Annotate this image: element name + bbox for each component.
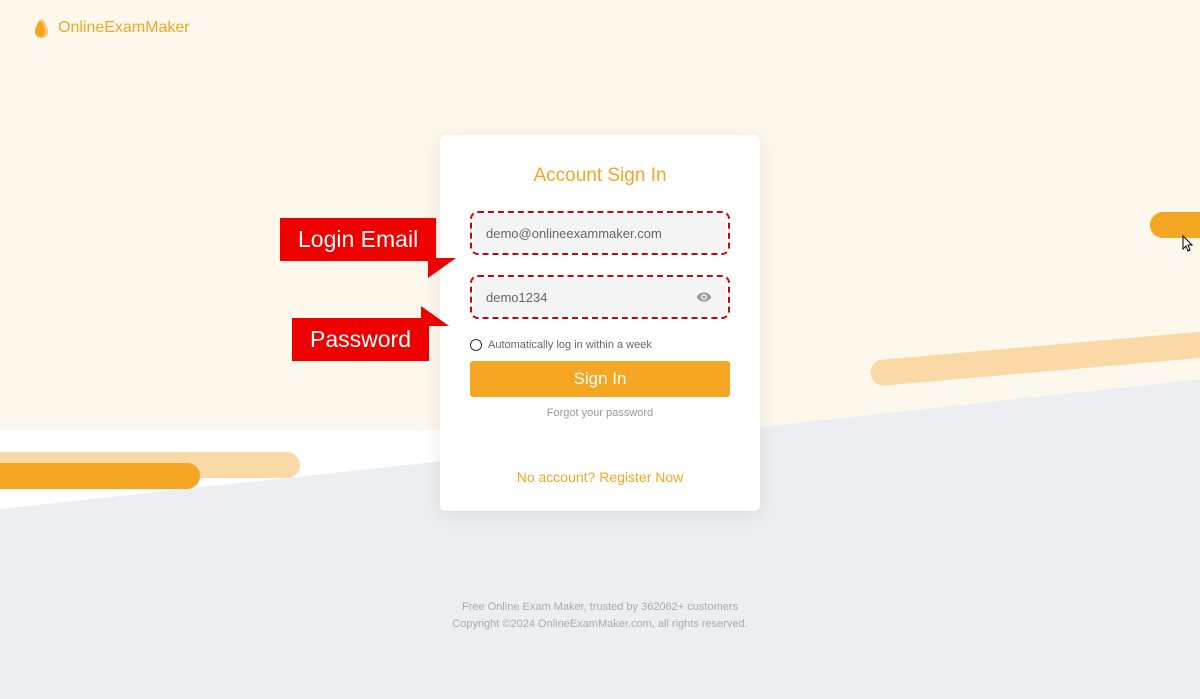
forgot-password-link[interactable]: Forgot your password [470, 407, 730, 419]
remember-checkbox-row[interactable]: Automatically log in within a week [470, 339, 730, 351]
callout-login-email: Login Email [280, 218, 436, 261]
password-input[interactable] [474, 279, 726, 315]
password-input-wrap [470, 275, 730, 319]
callout-arrow-icon [428, 258, 456, 278]
signin-card: Account Sign In Automatically log in wit… [440, 135, 760, 511]
callout-arrow-icon [421, 306, 449, 326]
email-input-wrap [470, 211, 730, 255]
logo-text: OnlineExamMaker [58, 19, 190, 37]
callout-label: Password [310, 326, 411, 352]
logo[interactable]: OnlineExamMaker [30, 16, 190, 40]
remember-label: Automatically log in within a week [488, 339, 652, 351]
eye-icon[interactable] [696, 289, 712, 305]
checkbox-icon [470, 339, 482, 351]
card-title: Account Sign In [470, 165, 730, 187]
footer-line1: Free Online Exam Maker, trusted by 36206… [452, 599, 747, 617]
email-input[interactable] [474, 215, 726, 251]
callout-password: Password [292, 318, 429, 361]
decorative-pill [0, 463, 200, 489]
cursor-icon [1181, 235, 1195, 253]
footer-line2: Copyright ©2024 OnlineExamMaker.com, all… [452, 616, 747, 634]
register-link[interactable]: No account? Register Now [517, 469, 684, 485]
callout-label: Login Email [298, 226, 418, 252]
logo-icon [30, 16, 54, 40]
signin-button[interactable]: Sign In [470, 361, 730, 397]
footer: Free Online Exam Maker, trusted by 36206… [452, 599, 747, 634]
